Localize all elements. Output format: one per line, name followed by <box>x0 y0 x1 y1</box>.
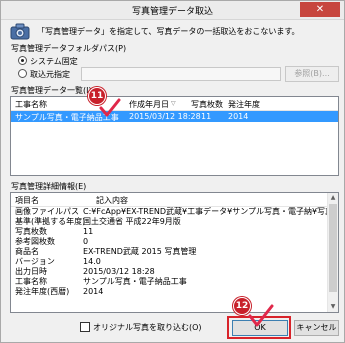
detail-row: 基準(準拠する年度) 国土交通省 平成22年9月版 <box>11 217 338 227</box>
detail-key: バージョン <box>15 257 55 266</box>
list-row[interactable]: サンプル写真・電子納品工事 2015/03/12 18:28 11 2014 <box>11 111 338 122</box>
detail-key: 参考図枚数 <box>15 237 55 246</box>
col-header-date[interactable]: 作成年月日 <box>129 99 169 110</box>
detail-key: 商品名 <box>15 247 39 256</box>
radio-source-specified-label: 取込元指定 <box>30 70 70 79</box>
scroll-down-icon[interactable]: ▼ <box>328 302 338 312</box>
checkmark-icon <box>99 98 121 117</box>
original-photo-checkbox[interactable] <box>80 322 90 332</box>
original-photo-label: オリジナル写真を取り込む(O) <box>93 323 202 332</box>
row-count: 11 <box>201 112 212 121</box>
detail-value: 11 <box>83 227 94 236</box>
camera-icon <box>10 23 30 40</box>
list-label: 写真管理データ一覧(I) <box>11 86 92 95</box>
col-header-year[interactable]: 発注年度 <box>228 99 260 110</box>
detail-value: 14.0 <box>83 257 101 266</box>
detail-key: 写真枚数 <box>15 227 47 236</box>
detail-value: 2014 <box>83 287 104 296</box>
folder-path-input[interactable] <box>81 67 281 81</box>
cancel-button[interactable]: キャンセル <box>294 320 339 336</box>
detail-value: 0 <box>83 237 89 246</box>
checkmark-icon <box>248 304 274 327</box>
row-year: 2014 <box>228 112 249 121</box>
radio-source-specified[interactable] <box>18 69 27 78</box>
radio-system-fixed-label: システム固定 <box>30 57 78 66</box>
detail-key: 発注年度(西暦) <box>15 287 70 296</box>
photo-data-list: 工事名称 作成年月日 ▽ 写真枚数 発注年度 サンプル写真・電子納品工事 201… <box>10 96 339 176</box>
detail-label: 写真管理詳細情報(E) <box>11 182 87 191</box>
detail-row: 工事名称 サンプル写真・電子納品工事 <box>11 277 338 287</box>
detail-row: バージョン 14.0 <box>11 257 338 267</box>
row-date: 2015/03/12 18:28 <box>129 112 201 121</box>
col-header-count[interactable]: 写真枚数 <box>191 99 223 110</box>
scroll-up-icon[interactable]: ▲ <box>328 193 338 203</box>
detail-row: 写真枚数 11 <box>11 227 338 237</box>
detail-col-value[interactable]: 記入内容 <box>96 195 128 206</box>
detail-key: 出力日時 <box>15 267 47 276</box>
detail-row: 発注年度(西暦) 2014 <box>11 287 338 297</box>
detail-value: 国土交通省 平成22年9月版 <box>83 217 181 226</box>
detail-key: 工事名称 <box>15 277 47 286</box>
detail-row: 出力日時 2015/03/12 18:28 <box>11 267 338 277</box>
detail-list: 項目名 記入内容 画像ファイルパス C:¥FcApp¥EX-TREND武蔵¥工事デ… <box>10 192 339 313</box>
detail-col-key[interactable]: 項目名 <box>15 195 39 206</box>
detail-row: 商品名 EX-TREND武蔵 2015 写真管理 <box>11 247 338 257</box>
detail-value: サンプル写真・電子納品工事 <box>83 277 187 286</box>
detail-scrollbar[interactable]: ▲ ▼ <box>327 193 338 312</box>
dialog-window: 写真管理データ取込 ✕ 「写真管理データ」を指定して、写真データの一括取込をおこ… <box>0 0 345 343</box>
intro-text: 「写真管理データ」を指定して、写真データの一括取込をおこないます。 <box>37 27 300 36</box>
folder-path-label: 写真管理データフォルダパス(P) <box>11 44 127 53</box>
detail-value: 2015/03/12 18:28 <box>83 267 155 276</box>
detail-key: 画像ファイルパス <box>15 207 79 216</box>
sort-arrow-icon: ▽ <box>171 100 176 107</box>
title-bar: 写真管理データ取込 ✕ <box>1 1 344 20</box>
scroll-thumb[interactable] <box>329 204 337 292</box>
detail-row: 画像ファイルパス C:¥FcApp¥EX-TREND武蔵¥工事データ¥サンプル写真… <box>11 207 338 217</box>
detail-row: 参考図枚数 0 <box>11 237 338 247</box>
detail-value: C:¥FcApp¥EX-TREND武蔵¥工事データ¥サンプル写真・電子納¥写真管… <box>83 207 339 216</box>
list-header: 工事名称 作成年月日 ▽ 写真枚数 発注年度 <box>11 97 338 111</box>
detail-key: 基準(準拠する年度) <box>15 217 86 226</box>
col-header-name[interactable]: 工事名称 <box>15 99 47 110</box>
close-button[interactable]: ✕ <box>300 2 340 17</box>
browse-button[interactable]: 参照(B)... <box>285 66 339 82</box>
detail-value: EX-TREND武蔵 2015 写真管理 <box>83 247 197 256</box>
radio-system-fixed[interactable] <box>18 56 27 65</box>
window-title: 写真管理データ取込 <box>131 7 213 17</box>
detail-header: 項目名 記入内容 <box>11 193 338 207</box>
